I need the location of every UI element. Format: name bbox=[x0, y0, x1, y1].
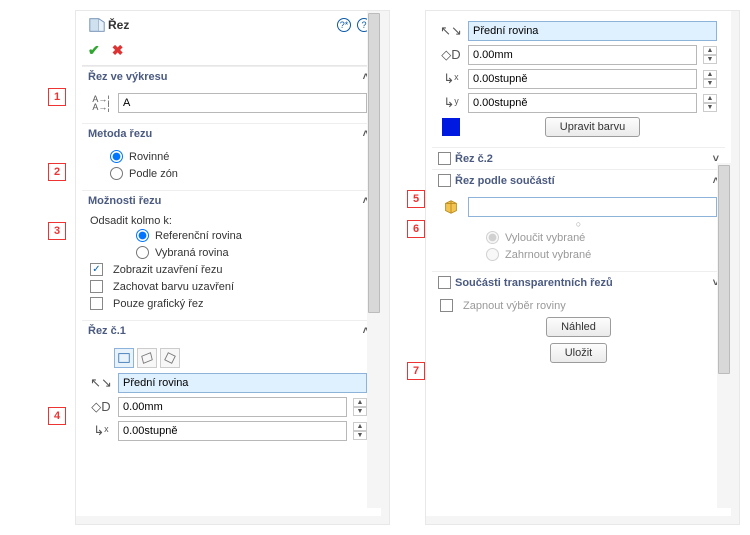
plane-input[interactable] bbox=[118, 373, 367, 393]
offset-input-r[interactable] bbox=[468, 45, 697, 65]
exclude-radio bbox=[486, 231, 499, 244]
method-planar-radio[interactable] bbox=[110, 150, 123, 163]
cut2-checkbox[interactable] bbox=[438, 152, 451, 165]
method-zones-label: Podle zón bbox=[129, 168, 178, 180]
keep-color-label: Zachovat barvu uzavření bbox=[113, 281, 234, 293]
section-options-header[interactable]: Možnosti řezu˄ bbox=[82, 190, 375, 211]
section-view-icon bbox=[86, 16, 108, 34]
angle-y-input[interactable] bbox=[468, 93, 697, 113]
graphic-only-label: Pouze grafický řez bbox=[113, 298, 203, 310]
callout-4: 4 bbox=[48, 407, 66, 425]
ok-button[interactable]: ✔ bbox=[88, 42, 100, 59]
include-radio bbox=[486, 248, 499, 261]
angle-y-icon: ↳ʸ bbox=[440, 95, 462, 111]
offset-sel-radio[interactable] bbox=[136, 246, 149, 259]
offset-distance-icon: ◇D bbox=[440, 47, 462, 63]
components-icon bbox=[440, 198, 462, 216]
offset-input[interactable] bbox=[118, 397, 347, 417]
transparent-checkbox[interactable] bbox=[438, 276, 451, 289]
offset-ref-label: Referenční rovina bbox=[155, 230, 242, 242]
save-button[interactable]: Uložit bbox=[550, 343, 608, 363]
offset-ref-radio[interactable] bbox=[136, 229, 149, 242]
reverse-icon[interactable]: ↖↘ bbox=[440, 23, 462, 39]
byparts-checkbox[interactable] bbox=[438, 174, 451, 187]
resize-grip[interactable]: ○ bbox=[440, 219, 717, 229]
angle-x-icon: ↳ˣ bbox=[440, 71, 462, 87]
include-label: Zahrnout vybrané bbox=[505, 249, 591, 261]
offset-sel-label: Vybraná rovina bbox=[155, 247, 229, 259]
angle-x-spinner-r[interactable]: ▲▼ bbox=[703, 70, 717, 88]
offset-label: Odsadit kolmo k: bbox=[90, 215, 367, 227]
show-closure-label: Zobrazit uzavření řezu bbox=[113, 264, 222, 276]
section-drawing-header[interactable]: Řez ve výkresu˄ bbox=[82, 66, 375, 87]
callout-2: 2 bbox=[48, 163, 66, 181]
exclude-label: Vyloučit vybrané bbox=[505, 232, 585, 244]
callout-6: 6 bbox=[407, 220, 425, 238]
help-dynamic-icon[interactable]: ?* bbox=[337, 18, 351, 32]
plane-top-icon[interactable] bbox=[137, 348, 157, 368]
edit-color-button[interactable]: Upravit barvu bbox=[545, 117, 640, 137]
angle-x-input[interactable] bbox=[118, 421, 347, 441]
callout-1: 1 bbox=[48, 88, 66, 106]
keep-color-checkbox[interactable] bbox=[90, 280, 103, 293]
section-method-header[interactable]: Metoda řezu˄ bbox=[82, 123, 375, 144]
plane-select-label: Zapnout výběr roviny bbox=[463, 300, 566, 312]
reverse-icon[interactable]: ↖↘ bbox=[90, 375, 112, 391]
section-byparts-header[interactable]: Řez podle součástí˄ bbox=[432, 169, 725, 191]
plane-front-icon[interactable] bbox=[114, 348, 134, 368]
section-cut2-header[interactable]: Řez č.2˅ bbox=[432, 147, 725, 169]
components-input[interactable] bbox=[468, 197, 717, 217]
cancel-button[interactable]: ✖ bbox=[112, 42, 124, 59]
preview-button[interactable]: Náhled bbox=[546, 317, 611, 337]
method-planar-label: Rovinné bbox=[129, 151, 169, 163]
plane-input-r[interactable] bbox=[468, 21, 717, 41]
section-transparent-header[interactable]: Součásti transparentních řezů˅ bbox=[432, 271, 725, 293]
section-label-input[interactable] bbox=[118, 93, 367, 113]
offset-spinner[interactable]: ▲▼ bbox=[353, 398, 367, 416]
scrollbar-left[interactable] bbox=[367, 11, 381, 508]
callout-3: 3 bbox=[48, 222, 66, 240]
method-zones-radio[interactable] bbox=[110, 167, 123, 180]
show-closure-checkbox[interactable] bbox=[90, 263, 103, 276]
callout-7: 7 bbox=[407, 362, 425, 380]
section-line-icon: A→¦A→¦ bbox=[90, 95, 112, 111]
offset-spinner-r[interactable]: ▲▼ bbox=[703, 46, 717, 64]
plane-select-checkbox[interactable] bbox=[440, 299, 453, 312]
angle-y-spinner[interactable]: ▲▼ bbox=[703, 94, 717, 112]
angle-x-input-r[interactable] bbox=[468, 69, 697, 89]
callout-5: 5 bbox=[407, 190, 425, 208]
section-cut1-header[interactable]: Řez č.1˄ bbox=[82, 320, 375, 341]
graphic-only-checkbox[interactable] bbox=[90, 297, 103, 310]
offset-distance-icon: ◇D bbox=[90, 399, 112, 415]
plane-right-icon[interactable] bbox=[160, 348, 180, 368]
color-swatch[interactable] bbox=[442, 118, 460, 136]
panel-title: Řez bbox=[108, 18, 337, 32]
angle-x-spinner[interactable]: ▲▼ bbox=[353, 422, 367, 440]
angle-x-icon: ↳ˣ bbox=[90, 423, 112, 439]
scrollbar-right[interactable] bbox=[717, 163, 731, 509]
